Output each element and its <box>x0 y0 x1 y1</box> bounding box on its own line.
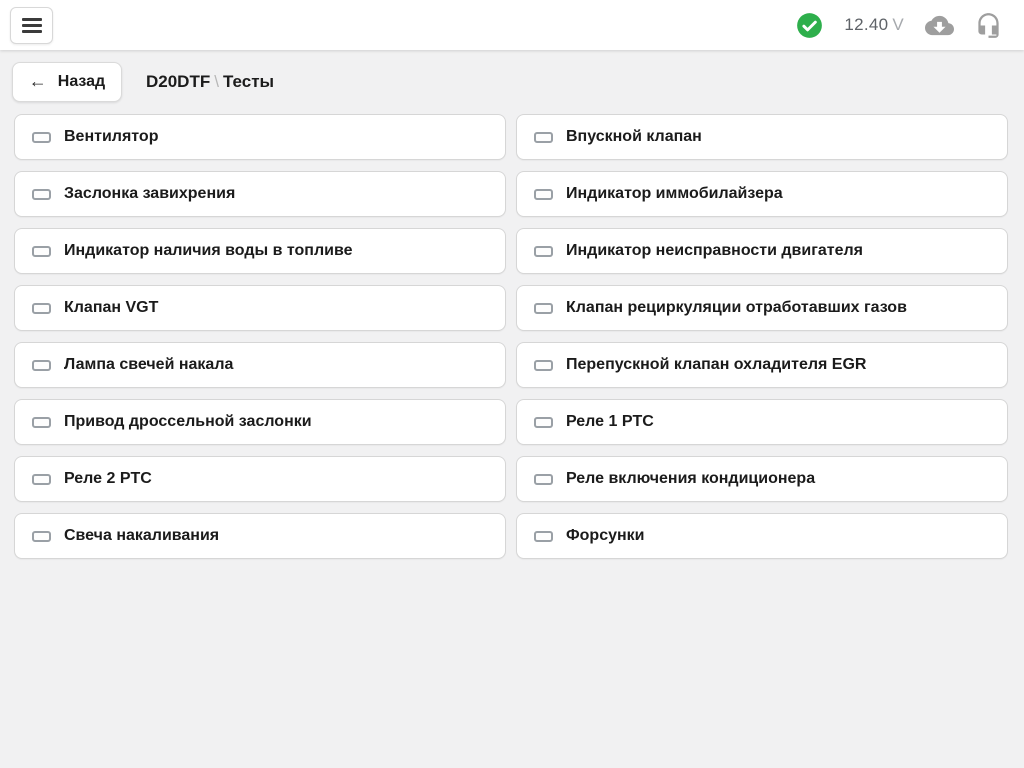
breadcrumb-parent: D20DTF <box>146 72 210 91</box>
component-icon <box>32 417 51 428</box>
test-button[interactable]: Индикатор неисправности двигателя <box>516 228 1008 274</box>
test-button-label: Заслонка завихрения <box>64 185 235 203</box>
test-button[interactable]: Перепускной клапан охладителя EGR <box>516 342 1008 388</box>
breadcrumb-current: Тесты <box>223 72 274 91</box>
breadcrumb: D20DTF\Тесты <box>146 72 274 92</box>
test-button-label: Индикатор неисправности двигателя <box>566 242 863 260</box>
test-button[interactable]: Клапан рециркуляции отработавших газов <box>516 285 1008 331</box>
test-button-label: Реле 1 PTC <box>566 413 654 431</box>
test-button[interactable]: Впускной клапан <box>516 114 1008 160</box>
component-icon <box>32 474 51 485</box>
tests-column-right: Впускной клапан Индикатор иммобилайзера Ин… <box>516 114 1008 559</box>
test-button[interactable]: Реле 2 PTC <box>14 456 506 502</box>
test-button-label: Клапан VGT <box>64 299 158 317</box>
voltage-reading: 12.40V <box>844 15 904 35</box>
topbar-status-group: 12.40V <box>796 0 1002 50</box>
test-button-label: Индикатор наличия воды в топливе <box>64 242 352 260</box>
test-button-label: Свеча накаливания <box>64 527 219 545</box>
test-button-label: Впускной клапан <box>566 128 702 146</box>
voltage-unit: V <box>892 15 904 34</box>
test-button-label: Клапан рециркуляции отработавших газов <box>566 299 907 317</box>
test-button-label: Привод дроссельной заслонки <box>64 413 312 431</box>
back-arrow-icon: ← <box>29 72 47 90</box>
component-icon <box>534 417 553 428</box>
component-icon <box>534 531 553 542</box>
test-button[interactable]: Заслонка завихрения <box>14 171 506 217</box>
component-icon <box>32 189 51 200</box>
test-button-label: Реле включения кондиционера <box>566 470 815 488</box>
component-icon <box>534 474 553 485</box>
test-button[interactable]: Свеча накаливания <box>14 513 506 559</box>
component-icon <box>534 189 553 200</box>
top-bar: 12.40V <box>0 0 1024 50</box>
tests-column-left: Вентилятор Заслонка завихрения Индикатор н… <box>14 114 506 559</box>
headset-icon[interactable] <box>975 12 1002 39</box>
cloud-download-icon[interactable] <box>925 11 954 40</box>
component-icon <box>534 303 553 314</box>
check-circle-icon[interactable] <box>796 12 823 39</box>
test-button[interactable]: Привод дроссельной заслонки <box>14 399 506 445</box>
component-icon <box>32 132 51 143</box>
test-button[interactable]: Реле включения кондиционера <box>516 456 1008 502</box>
component-icon <box>534 132 553 143</box>
test-button[interactable]: Клапан VGT <box>14 285 506 331</box>
test-button[interactable]: Реле 1 PTC <box>516 399 1008 445</box>
menu-button[interactable] <box>10 7 53 44</box>
test-button-label: Реле 2 PTC <box>64 470 152 488</box>
test-button[interactable]: Форсунки <box>516 513 1008 559</box>
tests-grid: Вентилятор Заслонка завихрения Индикатор н… <box>14 114 1008 559</box>
test-button[interactable]: Индикатор наличия воды в топливе <box>14 228 506 274</box>
test-button[interactable]: Вентилятор <box>14 114 506 160</box>
test-button-label: Форсунки <box>566 527 645 545</box>
back-button-label: Назад <box>58 73 105 91</box>
component-icon <box>32 531 51 542</box>
test-button-label: Индикатор иммобилайзера <box>566 185 783 203</box>
test-button-label: Вентилятор <box>64 128 158 146</box>
component-icon <box>32 360 51 371</box>
component-icon <box>32 303 51 314</box>
nav-row: ← Назад D20DTF\Тесты <box>12 62 1012 102</box>
test-button[interactable]: Индикатор иммобилайзера <box>516 171 1008 217</box>
test-button[interactable]: Лампа свечей накала <box>14 342 506 388</box>
breadcrumb-separator: \ <box>210 72 223 91</box>
test-button-label: Перепускной клапан охладителя EGR <box>566 356 866 374</box>
component-icon <box>534 360 553 371</box>
test-button-label: Лампа свечей накала <box>64 356 233 374</box>
component-icon <box>534 246 553 257</box>
back-button[interactable]: ← Назад <box>12 62 122 102</box>
component-icon <box>32 246 51 257</box>
